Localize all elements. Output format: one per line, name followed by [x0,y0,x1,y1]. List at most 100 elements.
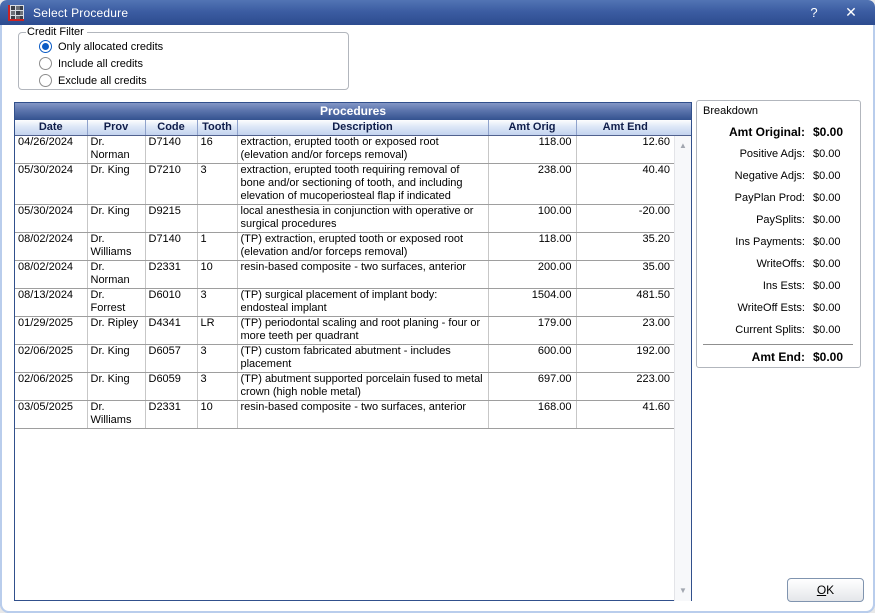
radio-option-label: Include all credits [58,58,143,70]
procedure-row[interactable]: 05/30/2024Dr. KingD9215local anesthesia … [15,204,674,232]
cell-tooth: 1 [197,232,237,260]
credit-filter-group: Credit Filter Only allocated credits Incl… [18,26,349,90]
cell-amt-orig: 200.00 [488,260,576,288]
cell-date: 02/06/2025 [15,344,87,372]
breakdown-item-value: $0.00 [813,280,841,292]
cell-code: D2331 [145,260,197,288]
cell-code: D7140 [145,232,197,260]
scroll-up-icon[interactable]: ▲ [675,138,691,154]
radio-selected-icon [39,40,52,53]
cell-amt-end: 481.50 [576,288,674,316]
credit-filter-label: Credit Filter [26,26,87,38]
procedure-row[interactable]: 05/30/2024Dr. KingD72103extraction, erup… [15,163,674,204]
cell-amt-end: 35.00 [576,260,674,288]
breakdown-item-value: $0.00 [813,258,841,270]
cell-date: 01/29/2025 [15,316,87,344]
ok-button-rest: K [826,583,834,597]
cell-code: D6057 [145,344,197,372]
credit-filter-options: Only allocated credits Include all credit… [25,38,348,89]
column-header-tooth: Tooth [197,120,237,135]
cell-date: 05/30/2024 [15,163,87,204]
cell-prov: Dr. King [87,204,145,232]
cell-description: extraction, erupted tooth requiring remo… [237,163,488,204]
cell-date: 02/06/2025 [15,372,87,400]
radio-option-include-all-credits[interactable]: Include all credits [39,55,348,72]
grid-body: DateProvCodeToothDescriptionAmt OrigAmt … [15,120,674,601]
radio-option-label: Only allocated credits [58,41,163,53]
cell-description: (TP) extraction, erupted tooth or expose… [237,232,488,260]
cell-tooth: 3 [197,288,237,316]
cell-amt-end: 192.00 [576,344,674,372]
column-header-amt-end: Amt End [576,120,674,135]
amt-original-value: $0.00 [813,125,843,139]
breakdown-item-value: $0.00 [813,324,841,336]
breakdown-items: Positive Adjs:$0.00 Negative Adjs: $0.00 Pa… [701,143,855,341]
cell-description: (TP) custom fabricated abutment - includ… [237,344,488,372]
cell-date: 04/26/2024 [15,135,87,163]
cell-code: D7210 [145,163,197,204]
breakdown-amt-original: Amt Original: $0.00 [701,121,855,143]
procedure-row[interactable]: 08/02/2024Dr. NormanD233110resin-based c… [15,260,674,288]
cell-prov: Dr. Forrest [87,288,145,316]
breakdown-separator [703,344,853,345]
cell-amt-end: 223.00 [576,372,674,400]
cell-tooth: 3 [197,344,237,372]
breakdown-item-value: $0.00 [813,236,841,248]
cell-amt-orig: 100.00 [488,204,576,232]
breakdown-item-value: $0.00 [813,170,841,182]
column-header-code: Code [145,120,197,135]
cell-amt-orig: 168.00 [488,400,576,428]
cell-amt-orig: 118.00 [488,135,576,163]
breakdown-item-writeoffs: WriteOffs:$0.00 [701,253,855,275]
cell-amt-orig: 238.00 [488,163,576,204]
procedures-grid-title: Procedures [15,103,691,120]
procedure-row[interactable]: 02/06/2025Dr. KingD60573(TP) custom fabr… [15,344,674,372]
breakdown-item-ins-ests: Ins Ests:$0.00 [701,275,855,297]
ok-button[interactable]: OK [787,578,864,602]
procedure-row[interactable]: 08/13/2024Dr. ForrestD60103(TP) surgical… [15,288,674,316]
help-button[interactable]: ? [801,0,827,25]
app-grid-icon [8,5,24,21]
radio-option-only-allocated-credits[interactable]: Only allocated credits [39,38,348,55]
breakdown-item-label: PaySplits: [701,214,805,226]
procedure-row[interactable]: 02/06/2025Dr. KingD60593(TP) abutment su… [15,372,674,400]
procedure-row[interactable]: 08/02/2024Dr. WilliamsD71401(TP) extract… [15,232,674,260]
breakdown-item-label: Negative Adjs: [701,170,805,182]
cell-prov: Dr. King [87,344,145,372]
cell-prov: Dr. Williams [87,232,145,260]
breakdown-item-value: $0.00 [813,302,841,314]
vertical-scrollbar[interactable]: ▲ ▼ [674,136,691,601]
cell-amt-end: 23.00 [576,316,674,344]
breakdown-title: Breakdown [703,105,855,117]
breakdown-item-positive-adjs: Positive Adjs:$0.00 [701,143,855,165]
cell-prov: Dr. Norman [87,260,145,288]
procedure-row[interactable]: 04/26/2024Dr. NormanD714016extraction, e… [15,135,674,163]
radio-unselected-icon [39,74,52,87]
cell-description: (TP) periodontal scaling and root planin… [237,316,488,344]
cell-tooth: LR [197,316,237,344]
scroll-down-icon[interactable]: ▼ [675,583,691,599]
cell-tooth: 10 [197,260,237,288]
radio-unselected-icon [39,57,52,70]
cell-description: resin-based composite - two surfaces, an… [237,260,488,288]
procedures-grid: Procedures DateProvCodeToothDescriptionA… [14,102,692,601]
window-title: Select Procedure [33,6,128,20]
breakdown-item-paysplits: PaySplits:$0.00 [701,209,855,231]
dialog-body: Credit Filter Only allocated credits Incl… [0,25,875,613]
radio-option-label: Exclude all credits [58,75,147,87]
cell-amt-end: 40.40 [576,163,674,204]
cell-date: 05/30/2024 [15,204,87,232]
procedure-row[interactable]: 03/05/2025Dr. WilliamsD233110resin-based… [15,400,674,428]
procedure-row[interactable]: 01/29/2025Dr. RipleyD4341LR(TP) periodon… [15,316,674,344]
cell-amt-orig: 1504.00 [488,288,576,316]
cell-amt-end: 12.60 [576,135,674,163]
close-button[interactable]: ✕ [837,0,865,25]
radio-option-exclude-all-credits[interactable]: Exclude all credits [39,72,348,89]
cell-prov: Dr. Williams [87,400,145,428]
cell-date: 08/13/2024 [15,288,87,316]
cell-tooth: 16 [197,135,237,163]
titlebar: Select Procedure ? ✕ [0,0,875,25]
cell-description: resin-based composite - two surfaces, an… [237,400,488,428]
cell-date: 03/05/2025 [15,400,87,428]
amt-end-label: Amt End: [701,350,805,364]
